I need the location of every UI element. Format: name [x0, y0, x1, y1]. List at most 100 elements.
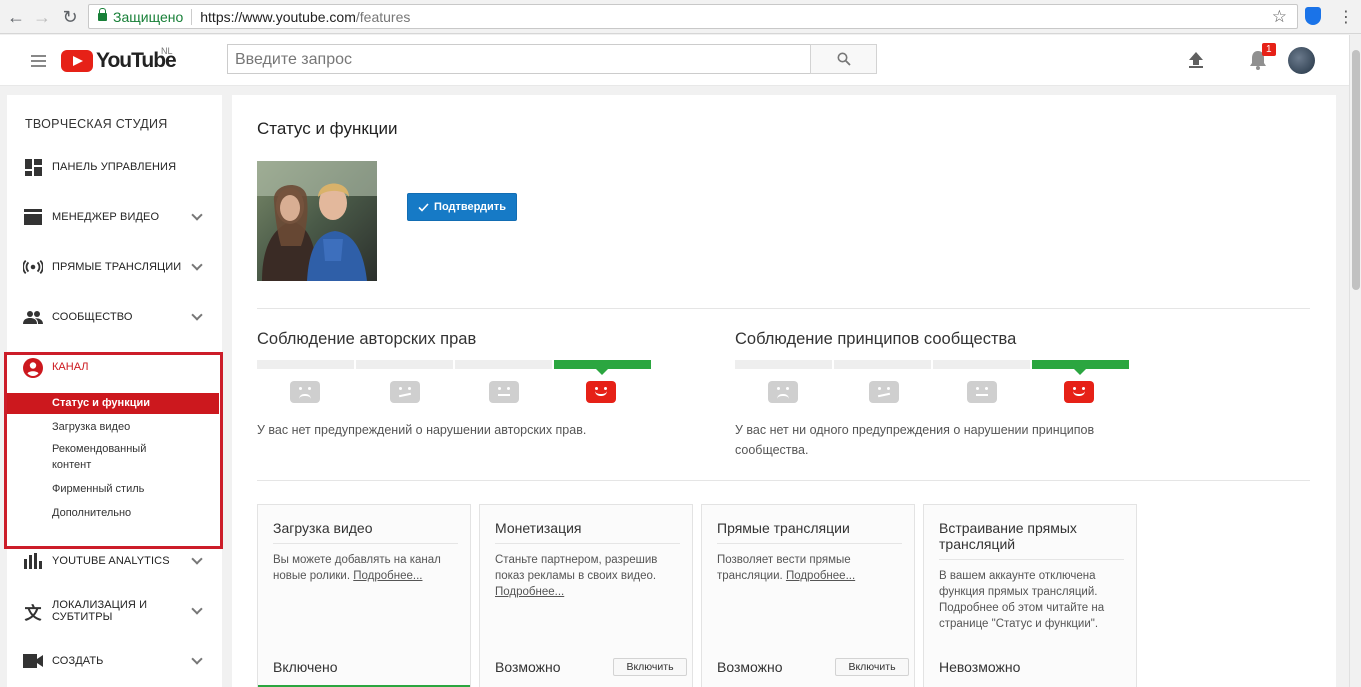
feature-card-monetization: Монетизация Станьте партнером, разрешив …	[479, 504, 693, 687]
reload-icon[interactable]: ↻	[57, 4, 83, 30]
divider	[257, 308, 1310, 309]
lock-icon	[98, 7, 107, 22]
happy-face-icon	[1064, 381, 1094, 403]
secure-label: Защищено	[113, 8, 184, 25]
youtube-header: YouTube NL Введите запрос 1	[0, 35, 1349, 86]
channel-subitem-advanced[interactable]: Дополнительно	[52, 505, 182, 521]
meter-segment	[356, 360, 453, 369]
verify-button-label: Подтвердить	[434, 201, 506, 213]
sidebar-item-live[interactable]: ПРЯМЫЕ ТРАНСЛЯЦИИ	[7, 247, 222, 287]
hamburger-menu-icon[interactable]	[31, 55, 46, 67]
card-text: Станьте партнером, разрешив показ реклам…	[495, 552, 685, 600]
meter-segment-active	[1032, 360, 1129, 375]
divider	[257, 480, 1310, 481]
meter-segment	[735, 360, 832, 369]
create-icon	[23, 651, 43, 671]
divider	[191, 8, 193, 25]
search-icon	[837, 52, 851, 66]
divider	[717, 543, 902, 544]
sad-face-icon	[768, 381, 798, 403]
address-bar[interactable]: Защищено https://www.youtube.com/feature…	[88, 4, 1298, 29]
channel-photo	[257, 161, 377, 281]
sidebar-item-dashboard[interactable]: ПАНЕЛЬ УПРАВЛЕНИЯ	[7, 147, 222, 187]
meter-segment	[933, 360, 1030, 369]
feature-card-embed-live: Встраивание прямых трансляций В вашем ак…	[923, 504, 1137, 687]
sidebar-item-community[interactable]: СООБЩЕСТВО	[7, 297, 222, 337]
sidebar-item-video-manager[interactable]: МЕНЕДЖЕР ВИДЕО	[7, 197, 222, 237]
url-host: https://www.youtube.com	[200, 8, 356, 25]
unhappy-face-icon	[390, 381, 420, 403]
bookmark-star-icon[interactable]: ☆	[1272, 7, 1287, 27]
sidebar-item-label: ЛОКАЛИЗАЦИЯ И СУБТИТРЫ	[52, 599, 148, 623]
sidebar-item-label: КАНАЛ	[52, 361, 89, 373]
browser-toolbar: ← → ↻ Защищено https://www.youtube.com/f…	[0, 0, 1361, 34]
chevron-down-icon[interactable]	[191, 553, 203, 565]
dashboard-icon	[23, 157, 43, 177]
card-status: Возможно	[717, 659, 783, 675]
verify-button[interactable]: Подтвердить	[407, 193, 517, 221]
enable-button[interactable]: Включить	[835, 658, 909, 676]
channel-subitem-featured[interactable]: Рекомендованный контент	[52, 441, 182, 473]
video-manager-icon	[23, 207, 43, 227]
sidebar-item-translations[interactable]: 文 ЛОКАЛИЗАЦИЯ И СУБТИТРЫ	[7, 591, 222, 631]
meter-segment	[257, 360, 354, 369]
chevron-down-icon[interactable]	[191, 259, 203, 271]
chevron-down-icon[interactable]	[191, 309, 203, 321]
url-path: /features	[355, 8, 411, 25]
divider	[939, 559, 1124, 560]
browser-menu-icon[interactable]: ⋮	[1338, 7, 1354, 27]
search-input[interactable]: Введите запрос	[227, 44, 811, 74]
sidebar-item-create[interactable]: СОЗДАТЬ	[7, 641, 222, 681]
notification-badge: 1	[1262, 43, 1276, 56]
search-button[interactable]	[810, 44, 877, 74]
live-icon	[23, 257, 43, 277]
forward-icon[interactable]: →	[29, 4, 55, 30]
scrollbar-thumb[interactable]	[1352, 50, 1360, 290]
extension-shield-icon[interactable]	[1305, 7, 1321, 25]
channel-icon	[23, 358, 43, 378]
community-icon	[23, 307, 43, 327]
community-meter	[735, 360, 1129, 375]
card-status: Невозможно	[939, 659, 1021, 675]
sidebar-item-label: СОЗДАТЬ	[52, 655, 104, 667]
channel-subitem-upload[interactable]: Загрузка видео	[52, 419, 182, 435]
card-title: Прямые трансляции	[717, 520, 850, 536]
copyright-meter	[257, 360, 651, 375]
channel-subitem-status[interactable]: Статус и функции	[7, 393, 219, 414]
card-text: Вы можете добавлять на канал новые ролик…	[273, 552, 463, 584]
card-description: Станьте партнером, разрешив показ реклам…	[495, 554, 658, 582]
channel-subitem-branding[interactable]: Фирменный стиль	[52, 481, 182, 497]
sidebar-item-label: ПРЯМЫЕ ТРАНСЛЯЦИИ	[52, 261, 182, 273]
card-title: Встраивание прямых трансляций	[939, 520, 1077, 552]
chevron-down-icon[interactable]	[191, 653, 203, 665]
card-text: Позволяет вести прямые трансляции. Подро…	[717, 552, 887, 584]
meter-segment	[455, 360, 552, 369]
meter-segment-active	[554, 360, 651, 375]
copyright-text: У вас нет предупреждений о нарушении авт…	[257, 423, 587, 437]
sidebar-item-channel[interactable]	[7, 353, 222, 389]
back-icon[interactable]: ←	[3, 4, 29, 30]
upload-icon[interactable]	[1187, 51, 1205, 69]
more-link[interactable]: Подробнее...	[495, 586, 564, 598]
more-link[interactable]: Подробнее...	[786, 570, 855, 582]
card-status: Включено	[273, 659, 338, 675]
checkmark-icon	[418, 202, 429, 212]
page-scrollbar[interactable]	[1349, 35, 1361, 687]
community-text: У вас нет ни одного предупреждения о нар…	[735, 423, 1095, 457]
studio-title: ТВОРЧЕСКАЯ СТУДИЯ	[25, 117, 168, 131]
unhappy-face-icon	[869, 381, 899, 403]
chevron-down-icon[interactable]	[191, 603, 203, 615]
sidebar-item-label: YOUTUBE ANALYTICS	[52, 555, 170, 567]
region-code: NL	[161, 46, 173, 56]
avatar[interactable]	[1288, 47, 1315, 74]
enable-button[interactable]: Включить	[613, 658, 687, 676]
meter-segment	[834, 360, 931, 369]
divider	[273, 543, 458, 544]
sidebar-item-label: ПАНЕЛЬ УПРАВЛЕНИЯ	[52, 161, 177, 173]
chevron-down-icon[interactable]	[191, 209, 203, 221]
youtube-logo[interactable]: YouTube	[61, 49, 177, 73]
neutral-face-icon	[967, 381, 997, 403]
sad-face-icon	[290, 381, 320, 403]
more-link[interactable]: Подробнее...	[353, 570, 422, 582]
translate-icon: 文	[24, 603, 42, 623]
